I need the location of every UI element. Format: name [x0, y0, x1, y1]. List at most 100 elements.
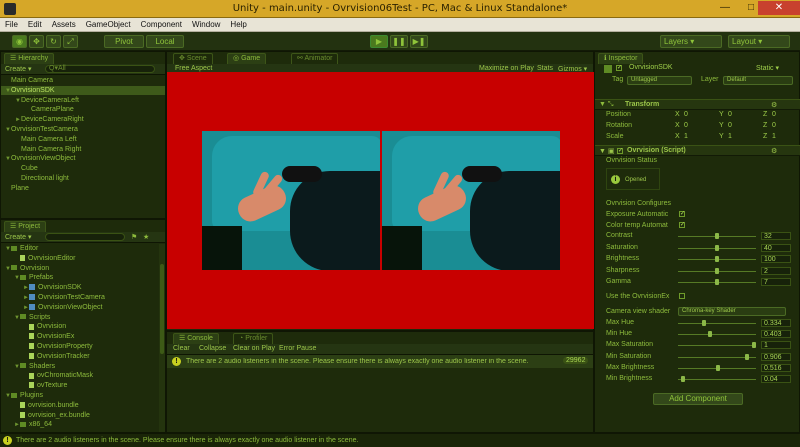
project-scroll-thumb[interactable]: [160, 264, 164, 354]
component-gear-icon[interactable]: ⚙: [771, 101, 777, 109]
menu-help[interactable]: Help: [225, 18, 251, 32]
project-item[interactable]: ovrvision.bundle: [1, 401, 158, 410]
hand-tool-icon[interactable]: ◉: [12, 35, 27, 48]
transform-y-field[interactable]: 1: [728, 133, 732, 140]
hierarchy-item[interactable]: Plane: [1, 184, 165, 193]
transform-x-field[interactable]: 0: [684, 122, 688, 129]
hierarchy-create-button[interactable]: Create ▾: [5, 65, 31, 73]
scale-tool-icon[interactable]: ⤢: [63, 35, 78, 48]
menu-edit[interactable]: Edit: [23, 18, 47, 32]
slider-value-field[interactable]: 0.334: [761, 319, 791, 327]
close-button[interactable]: ✕: [758, 1, 800, 15]
slider-knob[interactable]: [744, 353, 749, 360]
slider-knob[interactable]: [715, 267, 719, 274]
menu-component[interactable]: Component: [136, 18, 187, 32]
hierarchy-item[interactable]: Cube: [1, 164, 165, 173]
slider-knob[interactable]: [752, 342, 756, 349]
hierarchy-item[interactable]: ▼OvrvisionTestCamera: [1, 125, 165, 134]
project-item[interactable]: ▼ Ovrvision: [1, 264, 158, 273]
project-item[interactable]: ▼ Plugins: [1, 391, 158, 400]
project-item[interactable]: OvrvisionTracker: [1, 352, 158, 361]
console-clear-on-play-button[interactable]: Clear on Play: [233, 345, 275, 352]
play-button[interactable]: ▶: [370, 35, 388, 48]
project-item[interactable]: ovrvision_ex.bundle: [1, 411, 158, 420]
slider-track[interactable]: [678, 323, 756, 324]
slider-track[interactable]: [678, 334, 756, 336]
tab-scene[interactable]: ✥ Scene: [173, 53, 213, 64]
project-item[interactable]: ► x86_64: [1, 420, 158, 429]
project-item[interactable]: OvrvisionEditor: [1, 254, 158, 263]
transform-y-field[interactable]: 0: [728, 111, 732, 118]
slider-value-field[interactable]: 40: [761, 243, 791, 252]
project-item[interactable]: OvrvisionEx: [1, 332, 158, 341]
tab-animator[interactable]: ⚯ Animator: [291, 53, 339, 64]
hierarchy-item[interactable]: ▼OvrvisionViewObject: [1, 154, 165, 163]
maximize-on-play-toggle[interactable]: Maximize on Play: [479, 65, 534, 72]
filter-icon[interactable]: ⚑: [131, 233, 137, 241]
pivot-button[interactable]: Pivot: [104, 35, 144, 48]
menu-gameobject[interactable]: GameObject: [81, 18, 136, 32]
project-item[interactable]: ovTexture: [1, 381, 158, 390]
minimize-button[interactable]: —: [712, 1, 738, 15]
tag-dropdown[interactable]: Untagged: [627, 76, 692, 85]
transform-z-field[interactable]: 0: [772, 122, 776, 129]
pause-button[interactable]: ❚❚: [390, 35, 408, 48]
transform-x-field[interactable]: 0: [684, 111, 688, 118]
tab-console[interactable]: ☰ Console: [173, 333, 219, 344]
slider-value-field[interactable]: 1: [761, 341, 791, 350]
transform-header[interactable]: ▼ ⤡ Transform ⚙: [595, 99, 800, 110]
slider-knob[interactable]: [715, 233, 719, 239]
hierarchy-search-input[interactable]: Q▾All: [45, 65, 155, 73]
aspect-dropdown[interactable]: Free Aspect: [175, 65, 212, 72]
slider-knob[interactable]: [702, 320, 707, 326]
slider-track[interactable]: [678, 345, 756, 347]
project-item[interactable]: Ovrvision: [1, 322, 158, 331]
script-gear-icon[interactable]: ⚙: [771, 147, 777, 155]
slider-knob[interactable]: [715, 244, 719, 251]
use-ex-checkbox[interactable]: [679, 293, 685, 299]
menu-file[interactable]: File: [0, 18, 23, 32]
exposure-checkbox[interactable]: ✓: [679, 211, 685, 217]
hierarchy-item[interactable]: Main Camera Right: [1, 145, 165, 154]
console-error-pause-button[interactable]: Error Pause: [279, 345, 316, 352]
menu-assets[interactable]: Assets: [47, 18, 81, 32]
menu-window[interactable]: Window: [187, 18, 225, 32]
slider-knob[interactable]: [716, 364, 721, 371]
stats-toggle[interactable]: Stats: [537, 65, 553, 72]
slider-value-field[interactable]: 0.403: [761, 330, 791, 339]
project-item[interactable]: ► OvrvisionSDK: [1, 283, 158, 292]
project-item[interactable]: ovChromaticMask: [1, 371, 158, 380]
colortemp-checkbox[interactable]: ✓: [679, 222, 685, 228]
hierarchy-item[interactable]: Main Camera Left: [1, 135, 165, 144]
console-collapse-button[interactable]: Collapse: [199, 345, 226, 352]
console-log-row[interactable]: ! There are 2 audio listeners in the sce…: [167, 355, 593, 368]
slider-knob[interactable]: [715, 279, 719, 286]
tab-profiler[interactable]: ◔ Profiler: [233, 333, 274, 344]
tab-project[interactable]: ☰ Project: [4, 221, 47, 232]
transform-x-field[interactable]: 1: [684, 133, 688, 140]
project-item[interactable]: ▼ Scripts: [1, 313, 158, 322]
project-item[interactable]: ▼ Shaders: [1, 362, 158, 371]
slider-value-field[interactable]: 100: [761, 255, 791, 264]
layers-dropdown[interactable]: Layers ▾: [660, 35, 722, 48]
project-item[interactable]: ▼ Editor: [1, 244, 158, 253]
project-create-button[interactable]: Create ▾: [5, 233, 31, 241]
static-dropdown[interactable]: Static ▾: [756, 64, 779, 72]
project-item[interactable]: ▼ Prefabs: [1, 273, 158, 282]
slider-value-field[interactable]: 7: [761, 278, 791, 287]
project-item[interactable]: ► OvrvisionViewObject: [1, 303, 158, 312]
tab-hierarchy[interactable]: ☰ Hierarchy: [4, 53, 55, 64]
project-item[interactable]: OvrvisionProperty: [1, 342, 158, 351]
gameobject-active-checkbox[interactable]: ✓: [616, 65, 622, 71]
object-name-field[interactable]: OvrvisionSDK: [629, 64, 673, 71]
slider-value-field[interactable]: 32: [761, 232, 791, 240]
script-enabled-checkbox[interactable]: ✓: [617, 148, 623, 154]
project-search-input[interactable]: [45, 233, 125, 241]
hierarchy-item[interactable]: Main Camera: [1, 76, 165, 85]
console-clear-button[interactable]: Clear: [173, 345, 190, 352]
star-icon[interactable]: ★: [143, 233, 149, 241]
tab-game[interactable]: ◎ Game: [227, 53, 267, 64]
layer-dropdown[interactable]: Default: [723, 76, 793, 85]
transform-z-field[interactable]: 1: [772, 133, 776, 140]
local-button[interactable]: Local: [146, 35, 184, 48]
